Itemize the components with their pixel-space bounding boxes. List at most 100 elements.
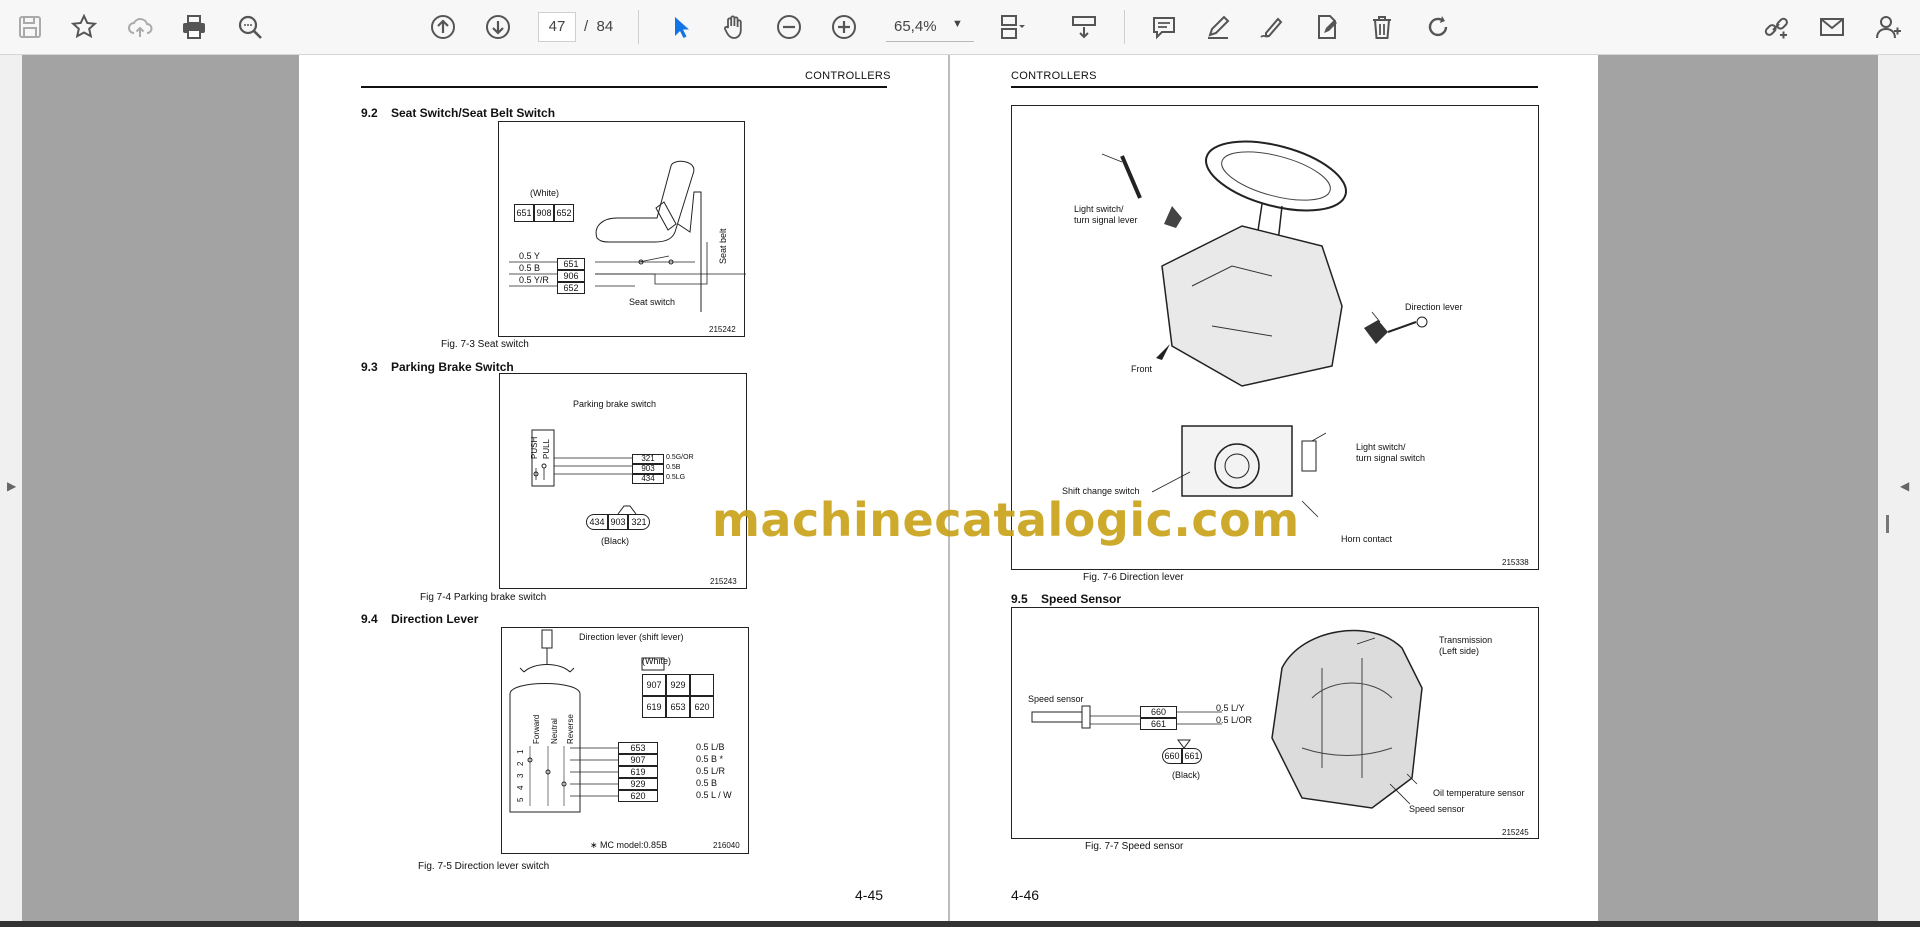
highlight-pen-icon[interactable]	[1200, 8, 1236, 46]
connector-pin: 653	[666, 696, 690, 718]
select-pointer-icon[interactable]	[662, 8, 698, 46]
right-pane-toggle[interactable]: ◀	[1878, 55, 1920, 921]
seat-belt-label: Seat belt	[718, 228, 728, 264]
page-header: CONTROLLERS	[805, 70, 891, 82]
terminal: 907	[618, 754, 658, 766]
push-label: PUSH	[530, 436, 539, 459]
upload-cloud-icon[interactable]	[122, 8, 158, 46]
page-down-icon[interactable]	[480, 8, 516, 46]
connector-color: (Black)	[1172, 770, 1201, 780]
pdf-page-right: CONTROLLERS Light switch/ turn signal le…	[950, 55, 1598, 921]
scrollbar-thumb[interactable]	[1886, 515, 1889, 533]
wire-label: 0.5 B *	[696, 754, 724, 764]
connector-pin: 903	[608, 514, 628, 530]
bookmark-star-icon[interactable]	[66, 8, 102, 46]
figure-id: 215242	[709, 325, 736, 334]
callout-oil-temperature-sensor: Oil temperature sensor	[1433, 788, 1525, 798]
chevron-down-icon[interactable]: ▼	[952, 18, 963, 30]
pdf-page-left: CONTROLLERS 9.2 Seat Switch/Seat Belt Swi…	[299, 55, 949, 921]
total-pages: / 84	[584, 18, 613, 35]
comment-icon[interactable]	[1146, 8, 1182, 46]
zoom-out-icon[interactable]	[771, 8, 807, 46]
page-fit-icon[interactable]	[994, 8, 1030, 46]
connector-pin: 620	[690, 696, 714, 718]
expand-right-icon[interactable]: ▶	[7, 479, 16, 493]
page-number: 4-46	[1011, 887, 1040, 903]
wire-label: 0.5 L/R	[696, 766, 726, 776]
share-link-icon[interactable]	[1758, 8, 1794, 46]
page-separator: /	[584, 18, 589, 35]
wire-label: 0.5 L/Y	[1216, 703, 1245, 713]
divider	[638, 10, 639, 44]
terminal: 620	[618, 790, 658, 802]
terminal: 903	[632, 464, 664, 474]
figure-direction-lever-switch: Direction lever (shift lever) (White) 90…	[501, 627, 749, 854]
figure-caption: Fig 7-4 Parking brake switch	[420, 592, 547, 603]
delete-icon[interactable]	[1364, 8, 1400, 46]
diagram-title: Direction lever (shift lever)	[579, 632, 684, 642]
diagram-title: Parking brake switch	[573, 399, 657, 409]
terminal: 661	[1140, 718, 1177, 730]
section-title: Parking Brake Switch	[391, 360, 514, 374]
section-heading-9-3: 9.3 Parking Brake Switch	[361, 360, 514, 374]
left-pane-toggle[interactable]: ▶	[0, 55, 22, 921]
toolbar: 47 / 84 65,4% ▼	[0, 0, 1920, 55]
position-label: Reverse	[566, 714, 575, 744]
section-number: 9.3	[361, 360, 378, 374]
sign-pen-icon[interactable]	[1254, 8, 1290, 46]
figure-caption: Fig. 7-6 Direction lever	[1083, 572, 1184, 583]
connector-pin: 651	[514, 204, 534, 222]
figure-caption: Fig. 7-7 Speed sensor	[1085, 841, 1184, 852]
wire-label: 0.5 B	[696, 778, 718, 788]
scroll-mode-icon[interactable]	[1066, 8, 1102, 46]
terminal: 652	[557, 282, 585, 294]
figure-id: 215338	[1502, 558, 1529, 567]
section-title: Seat Switch/Seat Belt Switch	[391, 106, 556, 120]
wire-label: 0.5 B	[519, 263, 541, 273]
document-viewer[interactable]: ▶ ◀ CONTROLLERS 9.2 Seat Switch/Seat Belt…	[0, 55, 1920, 921]
callout-light-switch: Light switch/ turn signal lever	[1074, 204, 1138, 225]
edit-pages-icon[interactable]	[1309, 8, 1345, 46]
current-page-input[interactable]: 47	[538, 12, 576, 42]
section-heading-9-2: 9.2 Seat Switch/Seat Belt Switch	[361, 106, 555, 120]
section-heading-9-4: 9.4 Direction Lever	[361, 612, 478, 626]
figure-seat-switch: (White) 651 908 652 0.5 Y 0.5 B 0.5 Y/R …	[498, 121, 746, 337]
email-icon[interactable]	[1814, 8, 1850, 46]
figure-caption: Fig. 7-5 Direction lever switch	[418, 861, 550, 872]
connector-pin: 661	[1182, 748, 1202, 764]
terminal: 653	[618, 742, 658, 754]
section-number: 9.4	[361, 612, 378, 626]
hand-pan-icon[interactable]	[716, 8, 752, 46]
save-icon[interactable]	[12, 8, 48, 46]
rotate-icon[interactable]	[1420, 8, 1456, 46]
figure-parking-brake-switch: Parking brake switch PUSH PULL 321 903 4…	[499, 373, 747, 589]
wire-label: 0.5 L/OR	[1216, 715, 1253, 725]
terminal: 321	[632, 454, 664, 464]
pin-number: 2	[516, 761, 525, 766]
connector-pin: 321	[628, 514, 650, 530]
figure-speed-sensor: Speed sensor 660 661 0.5 L/Y 0.5 L/OR 66…	[1011, 607, 1539, 839]
zoom-search-icon[interactable]	[232, 8, 268, 46]
pin-number: 5	[516, 797, 525, 802]
divider	[1124, 10, 1125, 44]
zoom-in-icon[interactable]	[826, 8, 862, 46]
connector-pin: 619	[642, 696, 666, 718]
expand-left-icon[interactable]: ◀	[1900, 479, 1909, 493]
print-icon[interactable]	[176, 8, 212, 46]
callout-horn-contact: Horn contact	[1341, 534, 1393, 544]
connector-color: (White)	[530, 188, 559, 198]
figure-id: 215245	[1502, 828, 1529, 837]
add-user-icon[interactable]	[1870, 8, 1906, 46]
header-rule	[361, 86, 887, 88]
connector-pin: 652	[554, 204, 574, 222]
page-up-icon[interactable]	[425, 8, 461, 46]
wire-label: 0.5LG	[666, 474, 686, 481]
wire-label: 0.5 L/B	[696, 742, 725, 752]
connector-pin: 929	[666, 674, 690, 696]
connector-pin: 660	[1162, 748, 1182, 764]
callout-speed-sensor: Speed sensor	[1409, 804, 1465, 814]
total-pages-value: 84	[596, 18, 614, 35]
seat-diagram	[509, 160, 746, 312]
connector-pin: 434	[586, 514, 608, 530]
pin-number: 1	[516, 749, 525, 754]
